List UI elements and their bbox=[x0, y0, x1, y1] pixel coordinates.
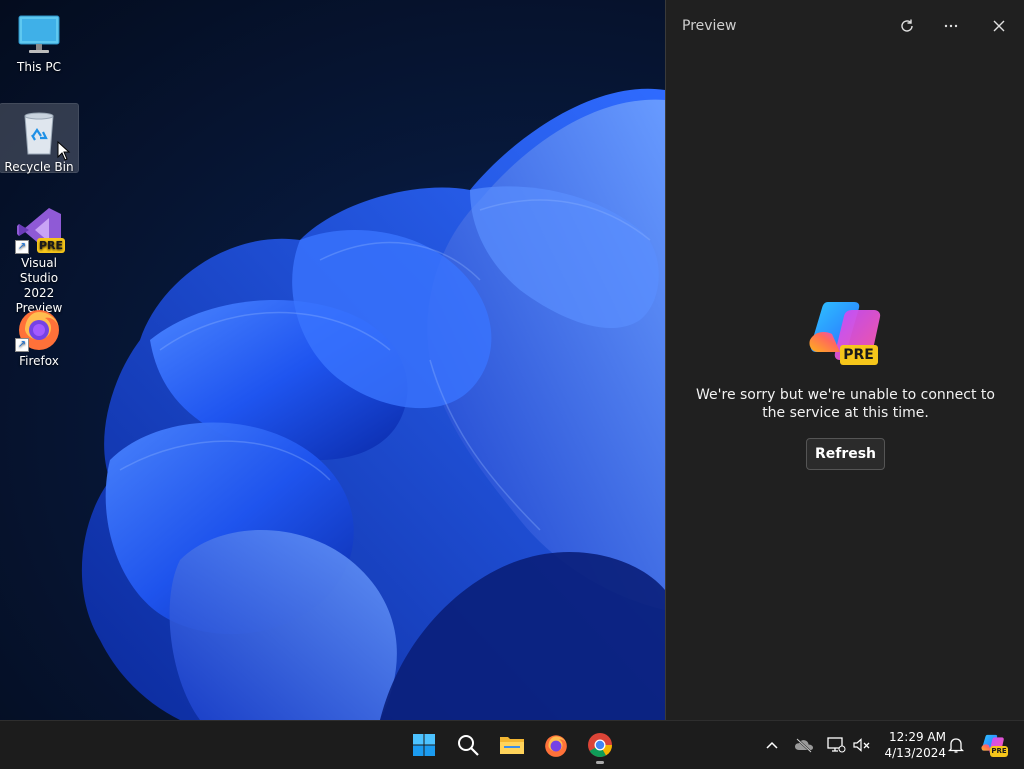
pre-badge: PRE bbox=[990, 746, 1008, 757]
recycle-bin-icon bbox=[15, 110, 63, 158]
wallpaper-bloom bbox=[81, 88, 665, 720]
firefox-icon: ↗ bbox=[15, 304, 63, 352]
desktop-icon-firefox[interactable]: ↗ Firefox bbox=[0, 298, 78, 371]
chrome-icon bbox=[588, 733, 612, 758]
error-message: We're sorry but we're unable to connect … bbox=[696, 387, 995, 421]
reload-button[interactable] bbox=[889, 10, 925, 42]
mouse-cursor-icon bbox=[57, 141, 71, 161]
panel-title: Preview bbox=[682, 18, 737, 34]
file-explorer-icon bbox=[500, 737, 524, 754]
refresh-button[interactable]: Refresh bbox=[806, 438, 885, 470]
volume-button[interactable] bbox=[850, 733, 874, 757]
search-icon bbox=[458, 735, 479, 756]
notifications-button[interactable] bbox=[944, 733, 968, 757]
network-button[interactable] bbox=[824, 733, 848, 757]
more-horizontal-icon bbox=[944, 24, 958, 28]
onedrive-button[interactable] bbox=[792, 733, 816, 757]
clock-date: 4/13/2024 bbox=[884, 746, 946, 760]
more-options-button[interactable] bbox=[933, 10, 969, 42]
visual-studio-icon: PRE ↗ bbox=[15, 206, 65, 254]
pre-badge: PRE bbox=[839, 345, 878, 365]
volume-muted-icon bbox=[853, 738, 870, 752]
chevron-up-icon bbox=[766, 741, 778, 749]
close-button[interactable] bbox=[981, 10, 1017, 42]
refresh-icon bbox=[901, 19, 913, 32]
copilot-button[interactable]: PRE bbox=[978, 731, 1008, 759]
copilot-panel: Preview PRE We're sorry but we're unable… bbox=[665, 0, 1024, 720]
start-button[interactable] bbox=[408, 729, 440, 761]
copilot-logo: PRE bbox=[806, 296, 886, 372]
desktop-icon-recycle-bin[interactable]: Recycle Bin bbox=[0, 103, 79, 174]
network-icon bbox=[827, 737, 846, 753]
desktop-icon-this-pc[interactable]: This PC bbox=[0, 4, 78, 77]
clock[interactable]: 12:29 AM 4/13/2024 bbox=[880, 729, 946, 761]
desktop-icon-label: Recycle Bin bbox=[4, 160, 74, 174]
firefox-taskbar-button[interactable] bbox=[540, 729, 572, 761]
pre-badge: PRE bbox=[37, 238, 65, 253]
desktop[interactable]: This PC Recycle Bin PRE ↗ Visual Studio 2… bbox=[0, 0, 665, 720]
show-hidden-icons-button[interactable] bbox=[760, 733, 784, 757]
chrome-taskbar-button[interactable] bbox=[584, 729, 616, 764]
shortcut-arrow-icon: ↗ bbox=[15, 338, 29, 352]
onedrive-offline-icon bbox=[795, 738, 813, 753]
search-button[interactable] bbox=[452, 729, 484, 761]
clock-time: 12:29 AM bbox=[889, 730, 946, 744]
close-icon bbox=[993, 20, 1005, 32]
bell-icon bbox=[948, 738, 964, 753]
desktop-icon-label: This PC bbox=[17, 60, 61, 74]
start-icon bbox=[413, 734, 435, 756]
shortcut-arrow-icon: ↗ bbox=[15, 240, 29, 254]
firefox-icon bbox=[545, 735, 567, 757]
file-explorer-button[interactable] bbox=[496, 729, 528, 761]
taskbar: 12:29 AM 4/13/2024 PRE bbox=[0, 720, 1024, 769]
computer-icon bbox=[15, 10, 63, 58]
running-indicator bbox=[596, 761, 604, 764]
desktop-icon-label: Firefox bbox=[19, 354, 59, 368]
